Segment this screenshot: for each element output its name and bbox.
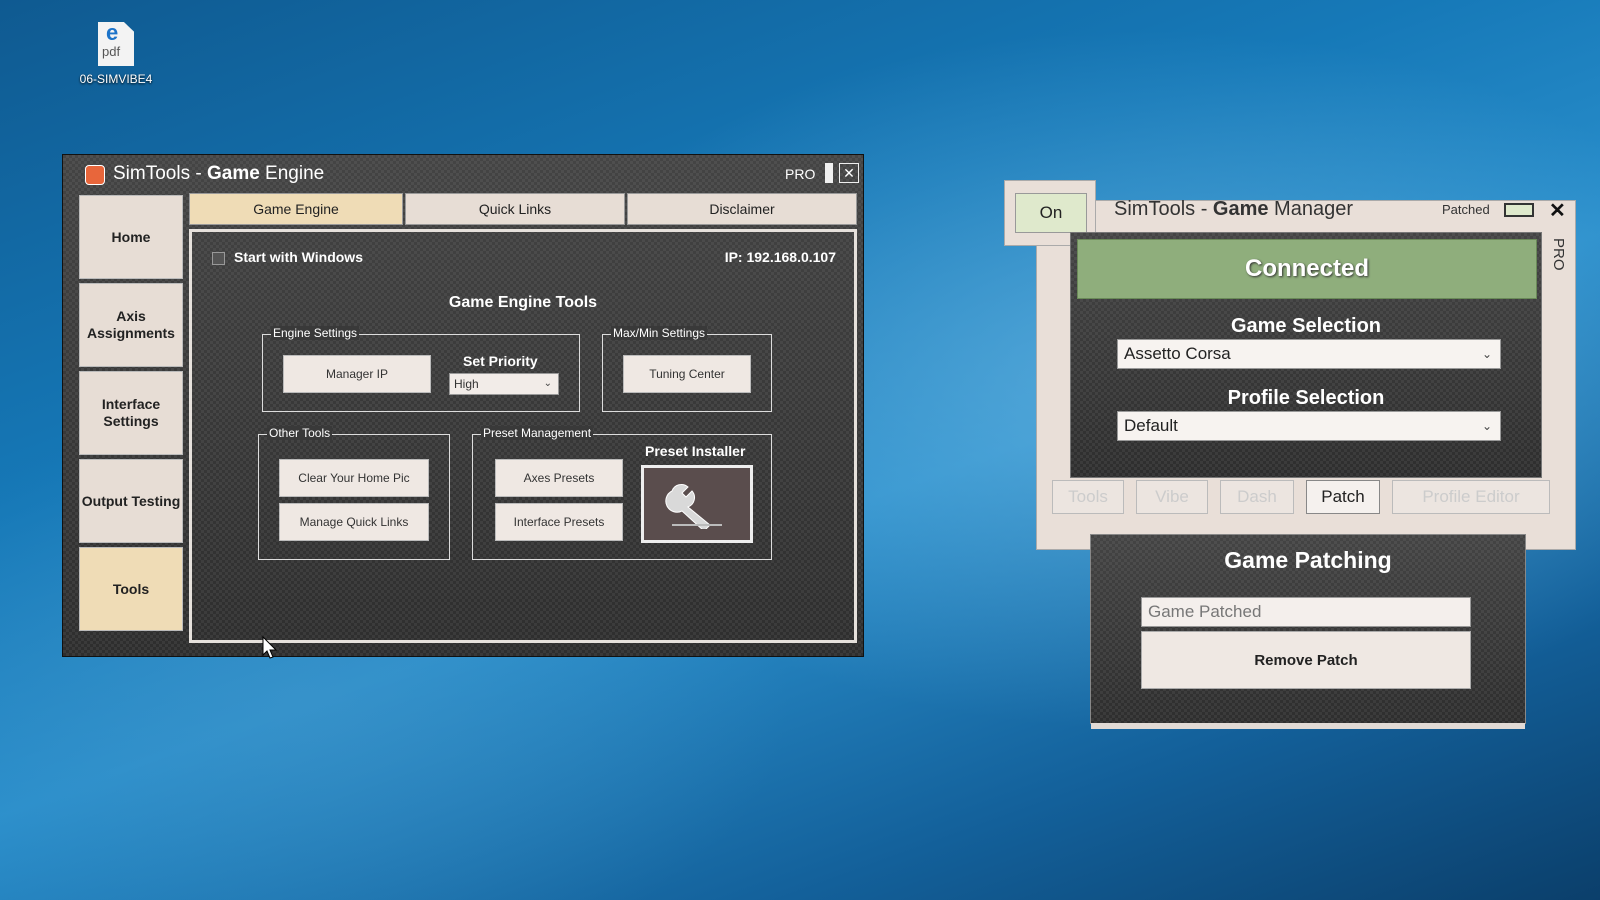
profile-selection-label: Profile Selection [1227,387,1385,409]
sidebar-item-tools[interactable]: Tools [79,547,183,631]
engine-close-button[interactable]: ✕ [839,163,859,183]
manager-main-panel: Connected Game Selection Assetto Corsa ⌄ … [1070,232,1542,478]
sidebar-item-axis-assignments[interactable]: Axis Assignments [79,283,183,367]
engine-window-title: SimTools - Game Engine [113,163,325,184]
engine-titlebar[interactable]: SimTools - Game Engine PRO ✕ [63,155,863,191]
manage-quick-links-button[interactable]: Manage Quick Links [279,503,429,541]
pdf-file-icon: e pdf [98,22,134,66]
game-manager-window: On SimTools - Game Manager Patched ✕ PRO… [1004,180,1576,730]
preset-management-group: Preset Management Axes Presets Interface… [472,426,772,560]
desktop-icon-label: 06-SIMVIBE4 [79,72,153,86]
panel-edge [1091,723,1525,729]
preset-installer-button[interactable] [641,465,753,543]
preset-management-legend: Preset Management [481,426,594,440]
tuning-center-button[interactable]: Tuning Center [623,355,751,393]
clear-home-pic-button[interactable]: Clear Your Home Pic [279,459,429,497]
sidebar-item-output-testing[interactable]: Output Testing [79,459,183,543]
game-patching-panel: Game Patching Game Patched Remove Patch [1090,534,1526,729]
game-engine-tools-panel: Start with Windows IP: 192.168.0.107 Gam… [189,229,857,643]
connection-status: Connected [1077,239,1537,299]
tab-vibe[interactable]: Vibe [1136,480,1208,514]
mouse-cursor-icon [262,636,278,659]
engine-pro-label: PRO [785,166,816,182]
tab-profile-editor[interactable]: Profile Editor [1392,480,1550,514]
start-with-windows-checkbox[interactable] [212,252,225,265]
wrench-icon [665,483,722,529]
start-with-windows-label: Start with Windows [234,249,363,265]
other-tools-group: Other Tools Clear Your Home Pic Manage Q… [258,426,450,560]
other-tools-legend: Other Tools [267,426,333,440]
profile-select[interactable]: Default ⌄ [1117,411,1501,441]
game-selection-label: Game Selection [1230,315,1382,337]
chevron-down-icon: ⌄ [543,378,552,389]
manager-close-button[interactable]: ✕ [1549,198,1566,223]
manager-pro-label: PRO [1550,238,1567,271]
sidebar-item-interface-settings[interactable]: Interface Settings [79,371,183,455]
axes-presets-button[interactable]: Axes Presets [495,459,623,497]
chevron-down-icon: ⌄ [1481,347,1492,361]
sidebar-item-home[interactable]: Home [79,195,183,279]
engine-settings-legend: Engine Settings [271,326,360,340]
patched-indicator [1504,203,1534,217]
simtools-logo-icon [85,165,105,185]
maxmin-settings-legend: Max/Min Settings [611,326,708,340]
tab-game-engine[interactable]: Game Engine [189,193,403,225]
on-toggle-button[interactable]: On [1015,193,1087,233]
manager-window-title: SimTools - Game Manager [1114,198,1353,220]
engine-settings-group: Engine Settings Manager IP Set Priority … [262,326,580,412]
interface-presets-button[interactable]: Interface Presets [495,503,623,541]
chevron-down-icon: ⌄ [1481,419,1492,433]
ip-address: IP: 192.168.0.107 [724,249,836,265]
tab-quick-links[interactable]: Quick Links [405,193,625,225]
pro-indicator [825,163,833,183]
game-select[interactable]: Assetto Corsa ⌄ [1117,339,1501,369]
manager-ip-button[interactable]: Manager IP [283,355,431,393]
tools-title: Game Engine Tools [448,294,598,311]
patched-label: Patched [1442,202,1490,217]
preset-installer-label: Preset Installer [645,443,746,459]
tab-patch[interactable]: Patch [1306,480,1380,514]
patch-status-field: Game Patched [1141,597,1471,627]
desktop-icon-pdf[interactable]: e pdf 06-SIMVIBE4 [76,22,156,86]
tab-tools[interactable]: Tools [1052,480,1124,514]
game-patching-title: Game Patching [1224,547,1392,573]
game-engine-window: SimTools - Game Engine PRO ✕ Home Axis A… [62,154,864,657]
priority-select[interactable]: High ⌄ [449,373,559,395]
set-priority-label: Set Priority [463,353,538,369]
tab-dash[interactable]: Dash [1220,480,1294,514]
remove-patch-button[interactable]: Remove Patch [1141,631,1471,689]
maxmin-settings-group: Max/Min Settings Tuning Center [602,326,772,412]
tab-disclaimer[interactable]: Disclaimer [627,193,857,225]
